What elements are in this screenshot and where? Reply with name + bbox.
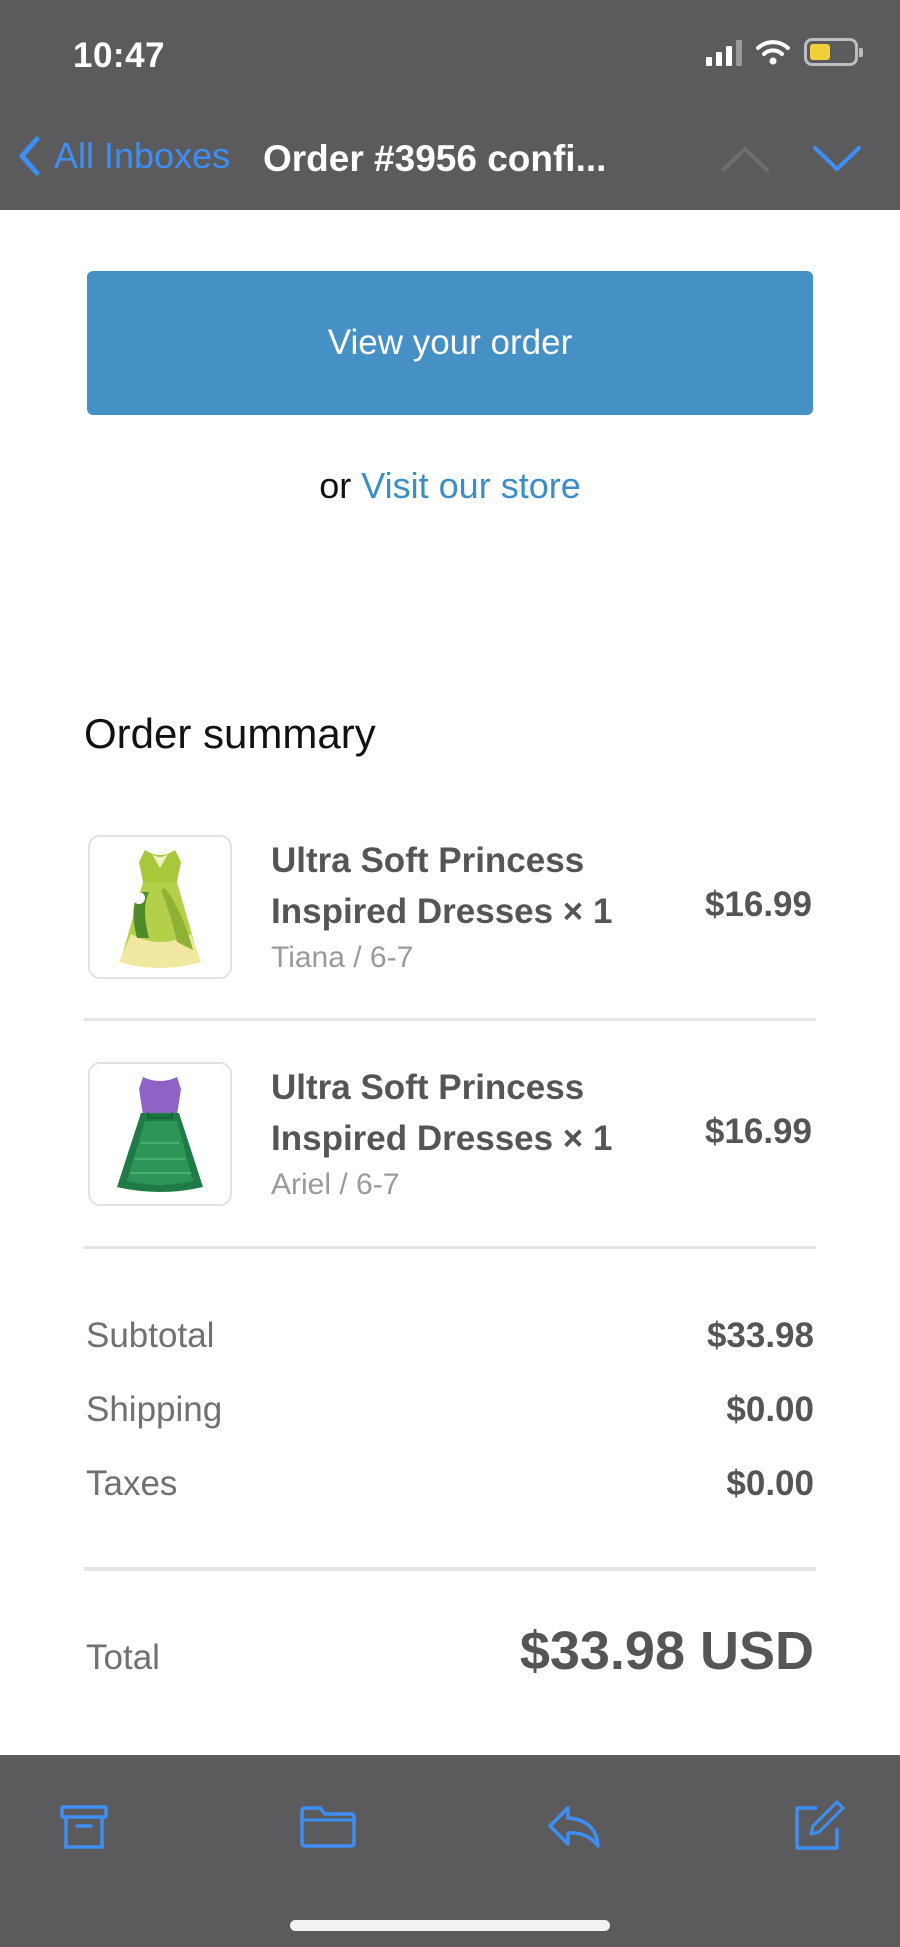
- mail-nav-bar: All Inboxes Order #3956 confi...: [0, 125, 900, 195]
- cellular-signal-icon: [706, 38, 742, 66]
- item-name: Ultra Soft Princess Inspired Dresses × 1: [271, 1068, 613, 1158]
- back-button-label: All Inboxes: [54, 135, 231, 176]
- reply-button[interactable]: [542, 1795, 606, 1859]
- total-row: Total $33.98 USD: [86, 1620, 814, 1690]
- subtotal-row: Subtotal $33.98: [86, 1316, 814, 1366]
- shipping-label: Shipping: [86, 1390, 223, 1429]
- item-variant: Tiana / 6-7: [271, 941, 414, 974]
- product-image: [88, 835, 232, 979]
- visit-store-line: or Visit our store: [0, 465, 900, 507]
- archive-button[interactable]: [52, 1795, 116, 1859]
- divider: [84, 1018, 816, 1021]
- home-indicator[interactable]: [290, 1920, 610, 1931]
- chevron-up-icon: [721, 147, 769, 172]
- subtotal-label: Subtotal: [86, 1316, 215, 1355]
- visit-prefix: or: [319, 465, 352, 506]
- move-to-folder-button[interactable]: [296, 1795, 360, 1859]
- line-item: Ultra Soft Princess Inspired Dresses × 1…: [84, 1062, 816, 1210]
- chevron-down-icon: [813, 146, 861, 171]
- subtotal-value: $33.98: [706, 1316, 814, 1355]
- archive-icon: [60, 1805, 108, 1849]
- taxes-row: Taxes $0.00: [86, 1464, 814, 1514]
- taxes-label: Taxes: [86, 1464, 178, 1503]
- item-variant: Ariel / 6-7: [271, 1168, 400, 1201]
- item-price: $16.99: [704, 1112, 812, 1151]
- wifi-icon: [756, 40, 790, 65]
- status-time: 10:47: [73, 36, 166, 75]
- visit-store-link[interactable]: Visit our store: [361, 465, 580, 506]
- email-body: View your order or Visit our store Order…: [0, 210, 900, 1755]
- taxes-value: $0.00: [726, 1464, 814, 1503]
- total-value: $33.98 USD: [519, 1621, 814, 1681]
- back-button[interactable]: All Inboxes: [18, 135, 230, 177]
- shipping-row: Shipping $0.00: [86, 1390, 814, 1440]
- total-label: Total: [86, 1638, 160, 1677]
- item-name: Ultra Soft Princess Inspired Dresses × 1: [271, 841, 613, 931]
- line-item: Ultra Soft Princess Inspired Dresses × 1…: [84, 835, 816, 983]
- next-message-button[interactable]: [812, 145, 862, 178]
- compose-icon: [795, 1800, 845, 1850]
- divider: [84, 1246, 816, 1249]
- reply-icon: [548, 1806, 600, 1848]
- product-image: [88, 1062, 232, 1206]
- order-summary-heading: Order summary: [84, 710, 376, 757]
- chevron-left-icon: [19, 136, 40, 176]
- mail-toolbar: [0, 1755, 900, 1947]
- compose-button[interactable]: [786, 1795, 850, 1859]
- previous-message-button[interactable]: [720, 145, 770, 178]
- green-princess-dress-icon: [119, 850, 201, 968]
- message-title: Order #3956 confi...: [263, 138, 607, 179]
- mermaid-dress-icon: [117, 1077, 203, 1192]
- battery-icon: [804, 38, 863, 66]
- divider: [84, 1567, 816, 1571]
- folder-icon: [300, 1806, 356, 1848]
- status-icons: [706, 38, 863, 66]
- shipping-value: $0.00: [726, 1390, 814, 1429]
- view-order-button[interactable]: View your order: [87, 271, 813, 415]
- top-bar: 10:47 All Inboxes Order #3956 confi...: [0, 0, 900, 210]
- item-price: $16.99: [704, 885, 812, 924]
